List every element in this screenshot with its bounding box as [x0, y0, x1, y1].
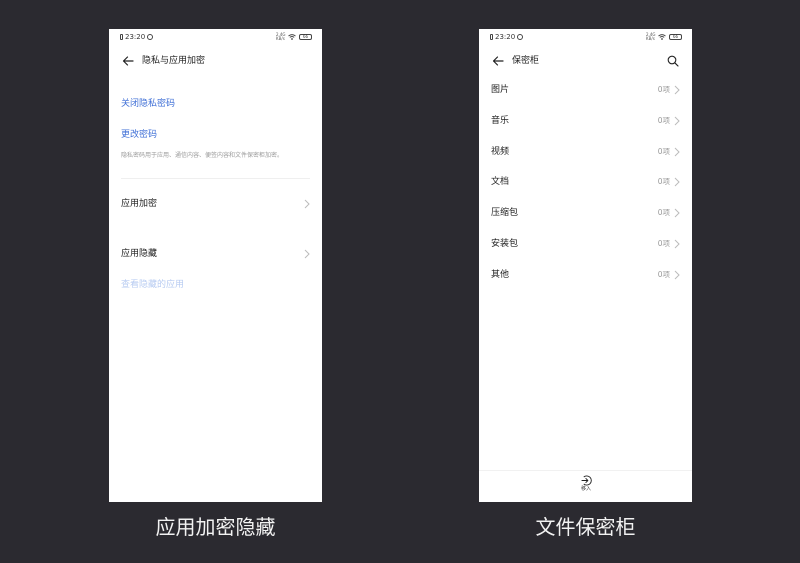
list-item-label: 其他: [491, 269, 510, 280]
list-item-label: 压缩包: [491, 208, 519, 219]
list-item-count: 0项: [657, 208, 670, 218]
list-item-count: 0项: [657, 239, 670, 248]
list-item-count: 0项: [657, 177, 670, 187]
list-item-label: 视频: [491, 146, 510, 157]
view-hidden-apps-link[interactable]: 查看隐藏的应用: [121, 279, 184, 291]
back-arrow-icon[interactable]: [492, 55, 504, 67]
right-caption: 文件保密柜: [535, 515, 636, 539]
page-title: 隐私与应用加密: [142, 56, 206, 66]
divider: [121, 178, 310, 179]
list-item[interactable]: 其他 0项: [479, 267, 692, 283]
bottom-toolbar: 移入: [479, 470, 692, 502]
list-item[interactable]: 音乐 0项: [479, 113, 692, 129]
title-bar: 保密柜: [479, 51, 692, 71]
sim-card-icon: [490, 34, 493, 40]
battery-icon: 66: [299, 34, 312, 40]
list-item-count: 0项: [657, 269, 670, 279]
list-item[interactable]: 压缩包 0项: [479, 205, 692, 221]
import-icon: [580, 475, 592, 486]
list-item-count: 0项: [657, 115, 670, 125]
list-item[interactable]: 视频 0项: [479, 144, 692, 160]
status-bar: 23:20 2.4G KB/s 66: [479, 29, 692, 46]
network-speed: 2.4G KB/s: [646, 32, 656, 41]
left-caption: 应用加密隐藏: [155, 515, 276, 539]
list-item[interactable]: 图片 0项: [479, 82, 692, 98]
chevron-right-icon: [674, 85, 680, 95]
sim-card-icon: [120, 34, 123, 40]
app-hide-label: 应用隐藏: [121, 249, 158, 259]
list-item-count: 0项: [657, 146, 670, 156]
chevron-right-icon: [304, 249, 310, 259]
sync-icon: [147, 34, 154, 40]
app-encryption-label: 应用加密: [121, 199, 158, 209]
network-speed: 2.4G KB/s: [276, 32, 286, 41]
chevron-right-icon: [674, 147, 680, 156]
chevron-right-icon: [674, 178, 680, 187]
battery-icon: 66: [669, 34, 682, 40]
list-item-label: 安装包: [491, 239, 519, 249]
wifi-icon: [658, 34, 666, 40]
privacy-password-description: 隐私密码用于应用、通信内容、便签内容和文件保密柜加密。: [121, 152, 284, 159]
wifi-icon: [288, 34, 296, 40]
chevron-right-icon: [304, 199, 310, 209]
status-bar: 23:20 2.4G KB/s 66: [109, 29, 322, 46]
search-icon[interactable]: [667, 55, 679, 67]
list-item-label: 图片: [491, 85, 510, 95]
import-label: 移入: [580, 486, 591, 492]
sync-icon: [517, 34, 524, 40]
privacy-app-encryption-screen: 23:20 2.4G KB/s 66 隐私与应用加密 关闭隐私密码 更改密码 隐…: [109, 29, 322, 502]
list-item-count: 0项: [657, 85, 670, 94]
file-safe-screen: 23:20 2.4G KB/s 66 保密柜 图片 0项 音乐 0项 视频 0项 文档 0项压…: [479, 29, 692, 502]
chevron-right-icon: [674, 116, 680, 126]
list-item-label: 音乐: [491, 115, 510, 126]
change-password-link[interactable]: 更改密码: [121, 129, 157, 141]
status-time: 23:20: [125, 33, 146, 41]
page-title: 保密柜: [512, 56, 540, 66]
chevron-right-icon: [674, 208, 680, 218]
chevron-right-icon: [674, 270, 680, 280]
list-item-label: 文档: [491, 177, 510, 188]
status-time: 23:20: [495, 33, 516, 41]
import-button[interactable]: 移入: [575, 475, 597, 499]
list-item[interactable]: 安装包 0项: [479, 236, 692, 252]
title-bar: 隐私与应用加密: [109, 51, 322, 71]
list-item[interactable]: 文档 0项: [479, 174, 692, 190]
back-arrow-icon[interactable]: [122, 55, 134, 67]
chevron-right-icon: [674, 239, 680, 249]
close-privacy-password-link[interactable]: 关闭隐私密码: [121, 98, 175, 110]
